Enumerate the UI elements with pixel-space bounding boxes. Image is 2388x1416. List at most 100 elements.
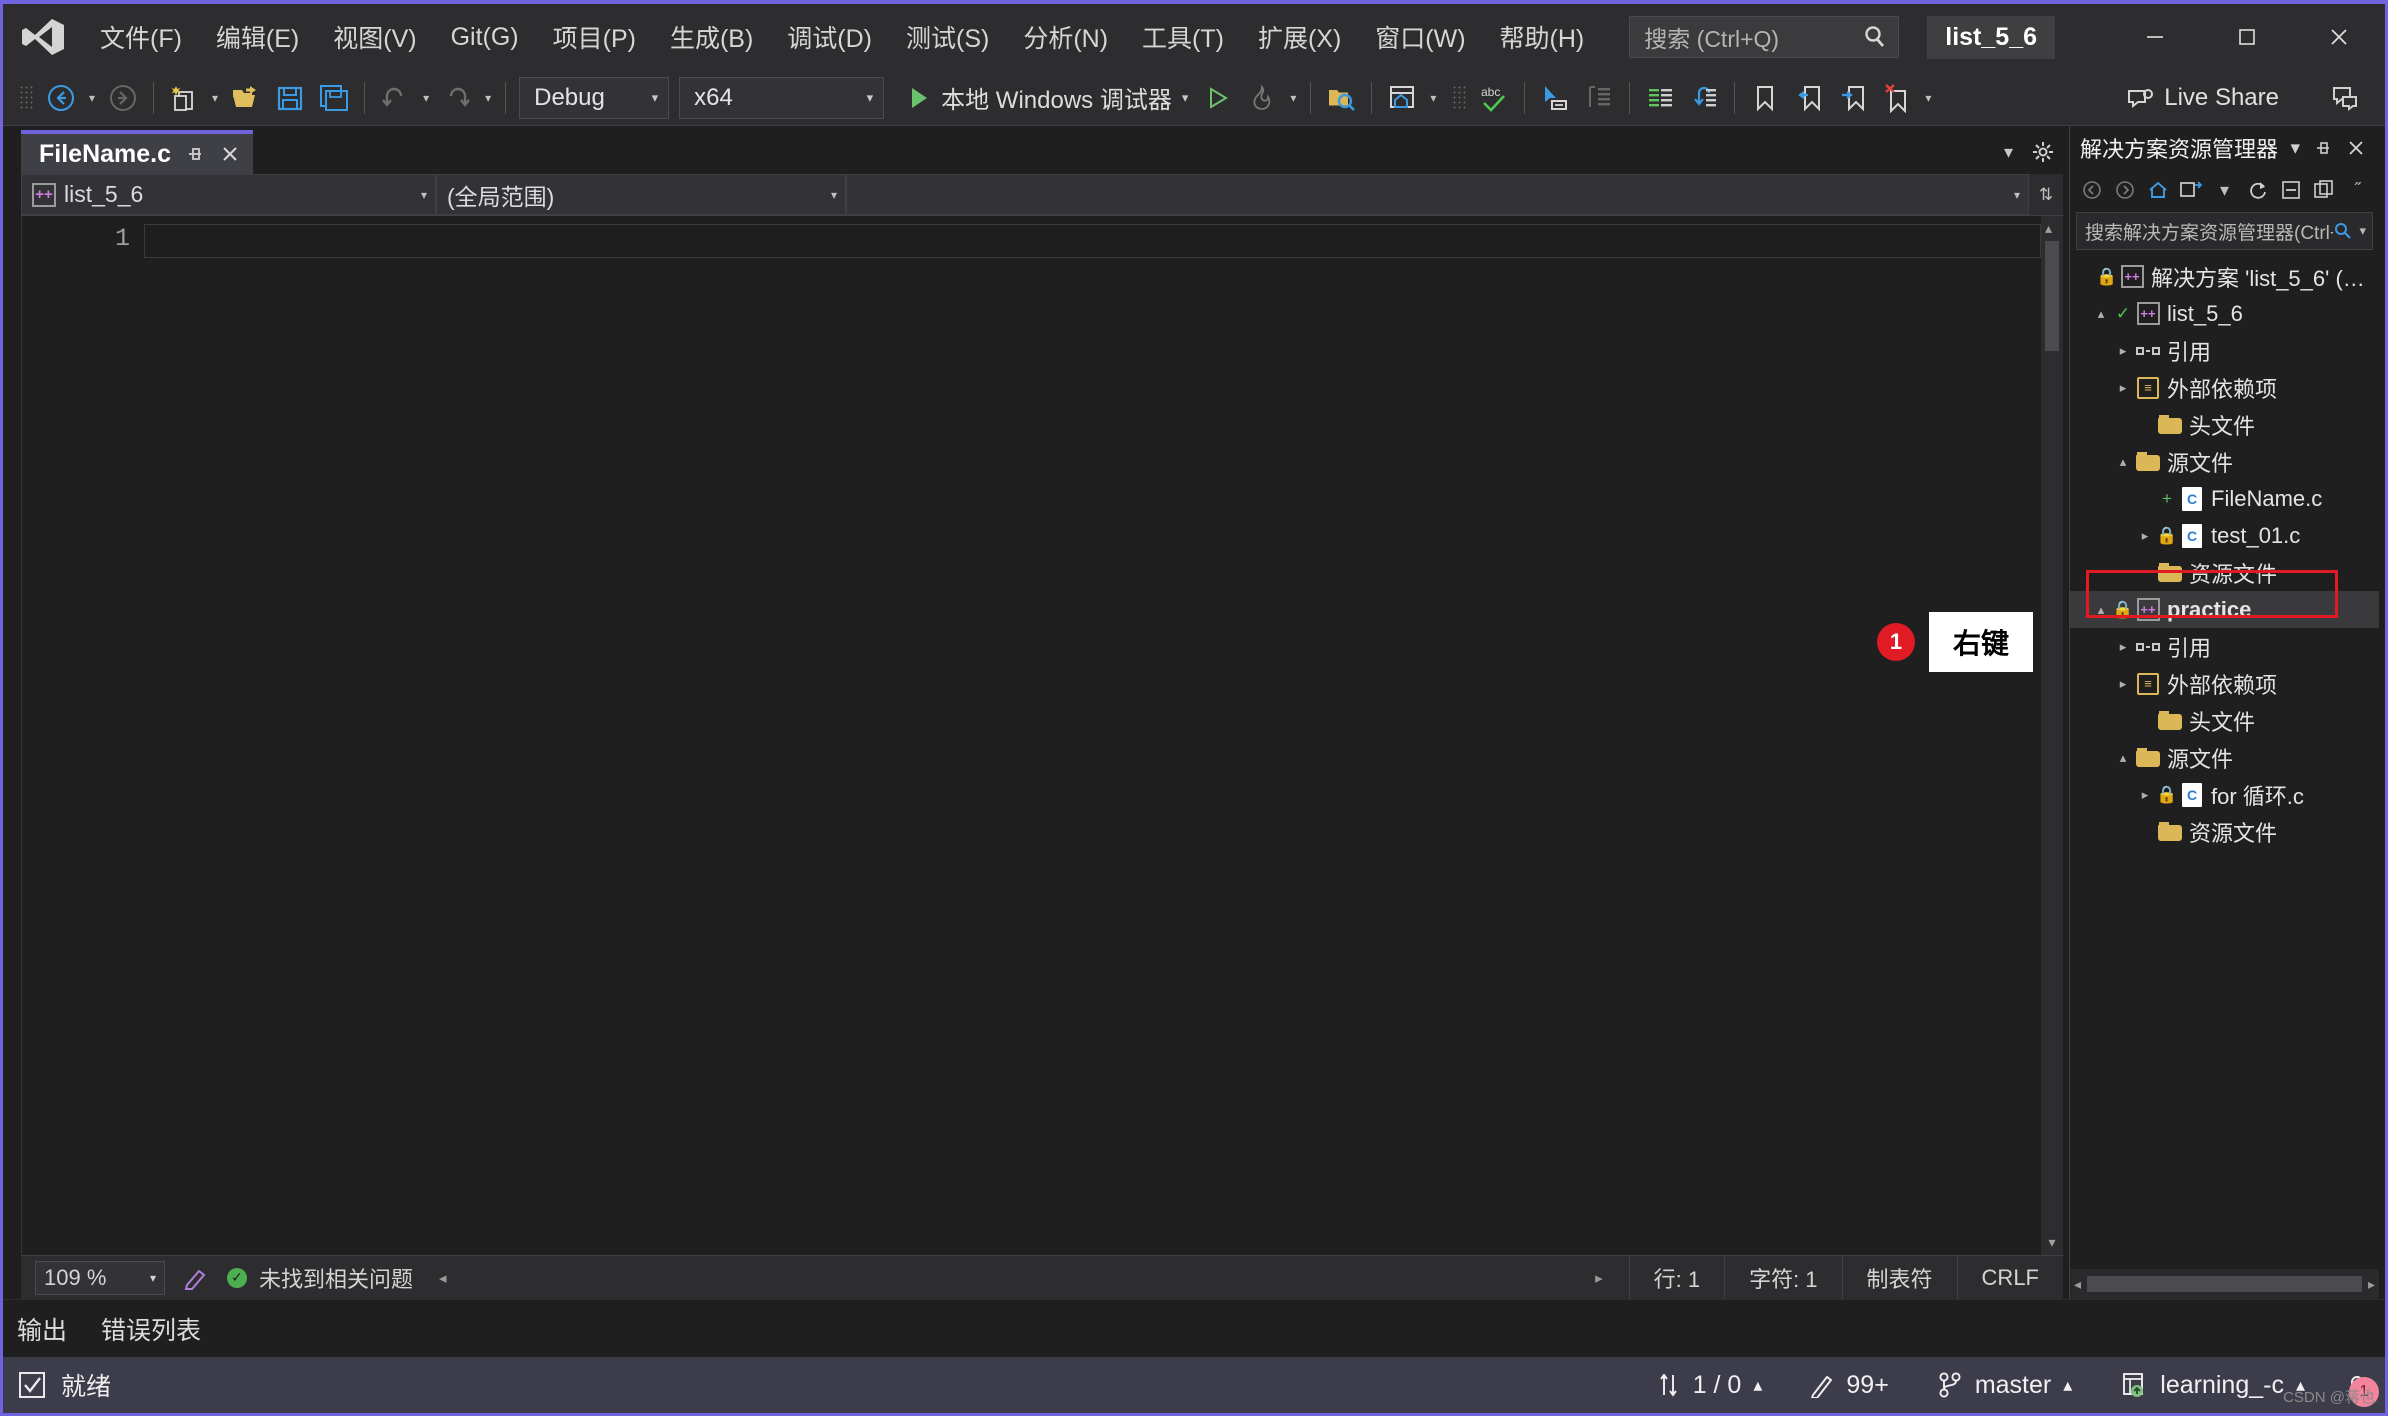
tree-node-source-files[interactable]: ▴ 源文件 (2070, 443, 2379, 480)
solution-explorer-home-icon[interactable] (1380, 76, 1424, 120)
tree-expander[interactable]: ▴ (2090, 306, 2112, 322)
spell-check-icon[interactable]: abc (1472, 76, 1516, 120)
tree-node-resource-files[interactable]: 资源文件 (2070, 554, 2379, 591)
solution-platform-select[interactable]: x64 ▾ (679, 76, 885, 119)
next-bookmark-icon[interactable] (1831, 76, 1875, 120)
tree-node-header-files-2[interactable]: 头文件 (2070, 702, 2379, 739)
menu-view[interactable]: 视图(V) (316, 13, 433, 61)
search-solution-icon[interactable] (1319, 76, 1363, 120)
chevron-down-icon[interactable]: ▾ (2209, 174, 2240, 206)
indent-indicator[interactable]: 制表符 (1841, 1255, 1957, 1300)
undo-dropdown-icon[interactable]: ▾ (417, 91, 435, 105)
back-icon[interactable] (2076, 174, 2107, 206)
previous-bookmark-icon[interactable] (1787, 76, 1831, 120)
sync-status[interactable]: 1 / 0 ▴ (1633, 1357, 1787, 1413)
redo-icon[interactable] (435, 76, 479, 120)
filter-chevron-icon[interactable]: ▾ (2353, 223, 2366, 239)
menu-file[interactable]: 文件(F) (83, 13, 199, 61)
undo-icon[interactable] (373, 76, 417, 120)
tree-expander[interactable]: ▴ (2090, 602, 2112, 618)
clear-bookmarks-icon[interactable] (1875, 76, 1919, 120)
collapse-all-icon[interactable] (2275, 174, 2306, 206)
sync-with-active-document-icon[interactable] (2176, 174, 2207, 206)
code-editor[interactable]: 1 1 右键 ▴ ▾ (21, 216, 2063, 1255)
close-button[interactable] (2293, 4, 2385, 70)
toggle-bookmark-icon[interactable] (1743, 76, 1787, 120)
solution-explorer-tree[interactable]: 🔒 ++ 解决方案 'list_5_6' (2 个项目，共 2 ▴ ✓ ++ l… (2070, 256, 2379, 1269)
scroll-down-arrow-icon[interactable]: ▾ (2048, 1234, 2055, 1251)
new-project-dropdown-icon[interactable]: ▾ (206, 91, 224, 105)
open-file-icon[interactable] (224, 76, 268, 120)
navigate-backward-dropdown-icon[interactable]: ▾ (83, 91, 101, 105)
save-all-icon[interactable] (312, 76, 356, 120)
hot-reload-icon[interactable] (1240, 76, 1284, 120)
scroll-left-arrow-icon[interactable]: ◂ (439, 1269, 447, 1287)
branch-selector[interactable]: master ▴ (1913, 1357, 2096, 1413)
feedback-icon[interactable] (2323, 76, 2367, 120)
panel-tab-error-list[interactable]: 错误列表 (101, 1311, 201, 1347)
menu-edit[interactable]: 编辑(E) (199, 13, 316, 61)
menu-build[interactable]: 生成(B) (653, 13, 770, 61)
tree-node-header-files[interactable]: 头文件 (2070, 406, 2379, 443)
tree-node-solution[interactable]: 🔒 ++ 解决方案 'list_5_6' (2 个项目，共 2 (2070, 258, 2379, 295)
split-view-icon[interactable]: ⇅ (2039, 185, 2053, 205)
pending-changes[interactable]: 99+ (1786, 1357, 1912, 1413)
menu-tools[interactable]: 工具(T) (1125, 13, 1241, 61)
horizontal-scroll-track[interactable] (456, 1269, 1586, 1286)
code-text-area[interactable]: 1 右键 (144, 216, 2041, 1255)
editor-tab-close-icon[interactable] (219, 143, 241, 165)
forward-icon[interactable] (2109, 174, 2140, 206)
live-share-button[interactable]: Live Share (2112, 76, 2293, 120)
solution-explorer-search-input[interactable]: 搜索解决方案资源管理器(Ctrl+;) ▾ (2076, 212, 2373, 250)
maximize-button[interactable] (2201, 4, 2293, 70)
editor-settings-gear-icon[interactable] (2031, 140, 2055, 164)
tree-expander[interactable]: ▸ (2112, 676, 2134, 692)
tree-expander[interactable]: ▸ (2112, 639, 2134, 655)
navbar-project-select[interactable]: ++ list_5_6 ▾ (21, 174, 436, 215)
search-input[interactable]: 搜索 (Ctrl+Q) (1629, 16, 1900, 58)
minimize-button[interactable] (2109, 4, 2201, 70)
menu-help[interactable]: 帮助(H) (1483, 13, 1602, 61)
solution-configuration-select[interactable]: Debug ▾ (519, 76, 670, 119)
menu-test[interactable]: 测试(S) (889, 13, 1006, 61)
tree-node-external-dependencies-2[interactable]: ▸ ≡ 外部依赖项 (2070, 665, 2379, 702)
tree-node-source-files-2[interactable]: ▴ 源文件 (2070, 739, 2379, 776)
zoom-level-select[interactable]: 109 % ▾ (35, 1260, 165, 1295)
tree-expander[interactable]: ▸ (2112, 380, 2134, 396)
menu-extensions[interactable]: 扩展(X) (1241, 13, 1358, 61)
toolbar-overflow-icon[interactable]: ▾ (1424, 91, 1442, 105)
tree-expander[interactable]: ▴ (2112, 750, 2134, 766)
toolbar-grip[interactable] (19, 84, 33, 111)
tree-node-project-practice[interactable]: ▴ 🔒 ++ practice (2070, 591, 2379, 628)
tree-node-references-2[interactable]: ▸ 引用 (2070, 628, 2379, 665)
navbar-member-select[interactable]: ▾ (846, 174, 2029, 215)
tree-expander[interactable]: ▴ (2112, 454, 2134, 470)
redo-dropdown-icon[interactable]: ▾ (479, 91, 497, 105)
pin-icon[interactable] (185, 144, 205, 164)
navigate-backward-icon[interactable] (39, 76, 83, 120)
search-icon[interactable] (2333, 221, 2353, 241)
tree-node-external-dependencies[interactable]: ▸ ≡ 外部依赖项 (2070, 369, 2379, 406)
chevron-down-icon[interactable]: ▾ (2283, 137, 2307, 160)
menu-window[interactable]: 窗口(W) (1358, 13, 1482, 61)
navbar-scope-select[interactable]: (全局范围) ▾ (436, 174, 846, 215)
scroll-left-arrow-icon[interactable]: ◂ (2074, 1276, 2081, 1293)
close-icon[interactable] (2339, 138, 2373, 158)
scroll-up-arrow-icon[interactable]: ▴ (2045, 220, 2059, 237)
editor-tab-filename-c[interactable]: FileName.c (21, 130, 254, 174)
uncomment-selection-icon[interactable] (1577, 76, 1621, 120)
home-icon[interactable] (2142, 174, 2173, 206)
start-without-debugging-icon[interactable] (1196, 76, 1240, 120)
increase-indent-icon[interactable] (1638, 76, 1682, 120)
tree-expander[interactable]: ▸ (2112, 343, 2134, 359)
tree-node-resource-files-2[interactable]: 资源文件 (2070, 813, 2379, 850)
menu-analyze[interactable]: 分析(N) (1006, 13, 1125, 61)
decrease-indent-icon[interactable] (1682, 76, 1726, 120)
tree-node-project-list-5-6[interactable]: ▴ ✓ ++ list_5_6 (2070, 295, 2379, 332)
tree-node-for-loop-c[interactable]: ▸ 🔒 for 循环.c (2070, 776, 2379, 813)
panel-tab-output[interactable]: 输出 (17, 1311, 67, 1347)
save-icon[interactable] (268, 76, 312, 120)
eol-indicator[interactable]: CRLF (1956, 1255, 2063, 1300)
menu-debug[interactable]: 调试(D) (770, 13, 889, 61)
toolbar-grip-2[interactable] (1452, 84, 1467, 111)
